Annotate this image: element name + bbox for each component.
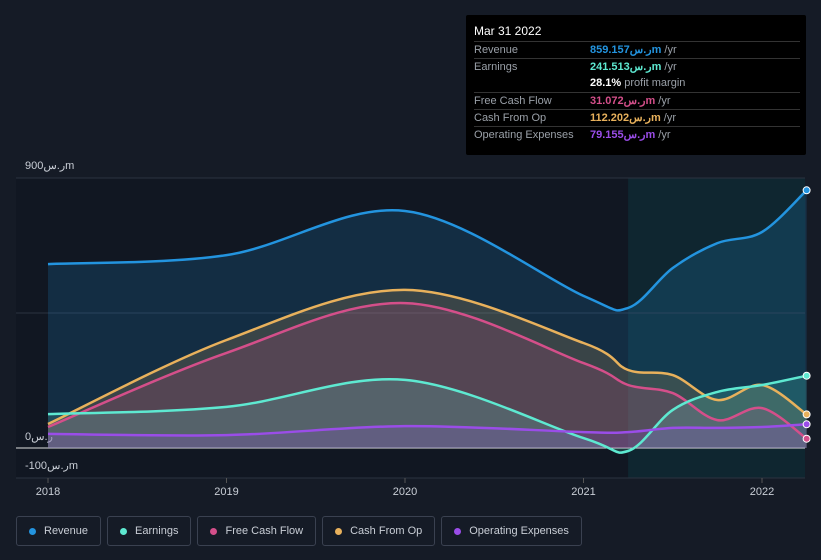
legend-item-free-cash-flow[interactable]: Free Cash Flow [197,516,317,546]
free-cash-flow-end-point [802,434,811,443]
tooltip-row: Earnings 241.513ر.سm /yr [474,58,800,76]
legend-item-revenue[interactable]: Revenue [16,516,102,546]
legend-label: Operating Expenses [469,525,569,537]
tooltip-label: Free Cash Flow [474,95,552,107]
value: 241.513ر.سm [590,61,662,73]
tooltip-value: 28.1% profit margin [590,75,685,92]
tooltip-label: Earnings [474,61,518,73]
tooltip-value: 241.513ر.سm /yr [590,59,677,76]
tooltip-row: Revenue 859.157ر.سm /yr [474,41,800,59]
legend-item-cash-from-op[interactable]: Cash From Op [322,516,436,546]
legend-label: Earnings [135,525,179,537]
legend-dot-icon [454,527,462,535]
tooltip-value: 31.072ر.سm /yr [590,93,671,110]
legend-dot-icon [335,527,343,535]
tooltip-row: Cash From Op 112.202ر.سm /yr [474,109,800,127]
tooltip-row: Operating Expenses 79.155ر.سm /yr [474,126,800,144]
value: 112.202ر.سm [590,112,661,124]
value: 859.157ر.سm [590,44,662,56]
x-tick-label: 2018 [36,486,60,498]
legend-dot-icon [120,527,128,535]
unit: /yr [660,112,677,124]
y-tick-label: -100ر.سm [25,460,78,472]
tooltip-label: Operating Expenses [474,129,574,141]
x-tick-label: 2022 [750,486,774,498]
legend-item-operating-expenses[interactable]: Operating Expenses [441,516,582,546]
cash-from-op-end-point [802,410,811,419]
legend-dot-icon [29,527,36,535]
unit: /yr [655,95,671,107]
legend-label: Cash From Op [350,525,423,537]
unit: /yr [661,61,677,73]
tooltip-label: Revenue [474,44,519,56]
legend-dot-icon [210,527,218,535]
legend-label: Free Cash Flow [225,525,304,537]
tooltip-row: 28.1% profit margin [474,75,800,92]
y-tick-label: 900ر.سm [25,160,74,172]
tooltip: Mar 31 2022 Revenue 859.157ر.سm /yr Earnin… [466,15,806,155]
value: 28.1% [590,77,622,89]
legend-label: Revenue [44,525,89,537]
tooltip-value: 79.155ر.سm /yr [590,127,671,144]
x-tick-label: 2020 [393,486,417,498]
x-tick-label: 2019 [214,486,238,498]
revenue-end-point [802,186,811,195]
value: 79.155ر.سm [590,129,656,141]
tooltip-date: Mar 31 2022 [474,24,542,38]
earnings-end-point [802,371,811,380]
unit: /yr [661,44,677,56]
operating-expenses-end-point [802,420,811,429]
tooltip-row: Free Cash Flow 31.072ر.سm /yr [474,92,800,110]
tooltip-label: Cash From Op [474,112,547,124]
unit: profit margin [621,77,686,89]
legend: Revenue Earnings Free Cash Flow Cash From O… [16,516,582,546]
x-tick-label: 2021 [571,486,595,498]
tooltip-value: 112.202ر.سm /yr [590,110,676,127]
tooltip-value: 859.157ر.سm /yr [590,42,677,59]
unit: /yr [655,129,671,141]
value: 31.072ر.سm [590,95,656,107]
legend-item-earnings[interactable]: Earnings [107,516,192,546]
